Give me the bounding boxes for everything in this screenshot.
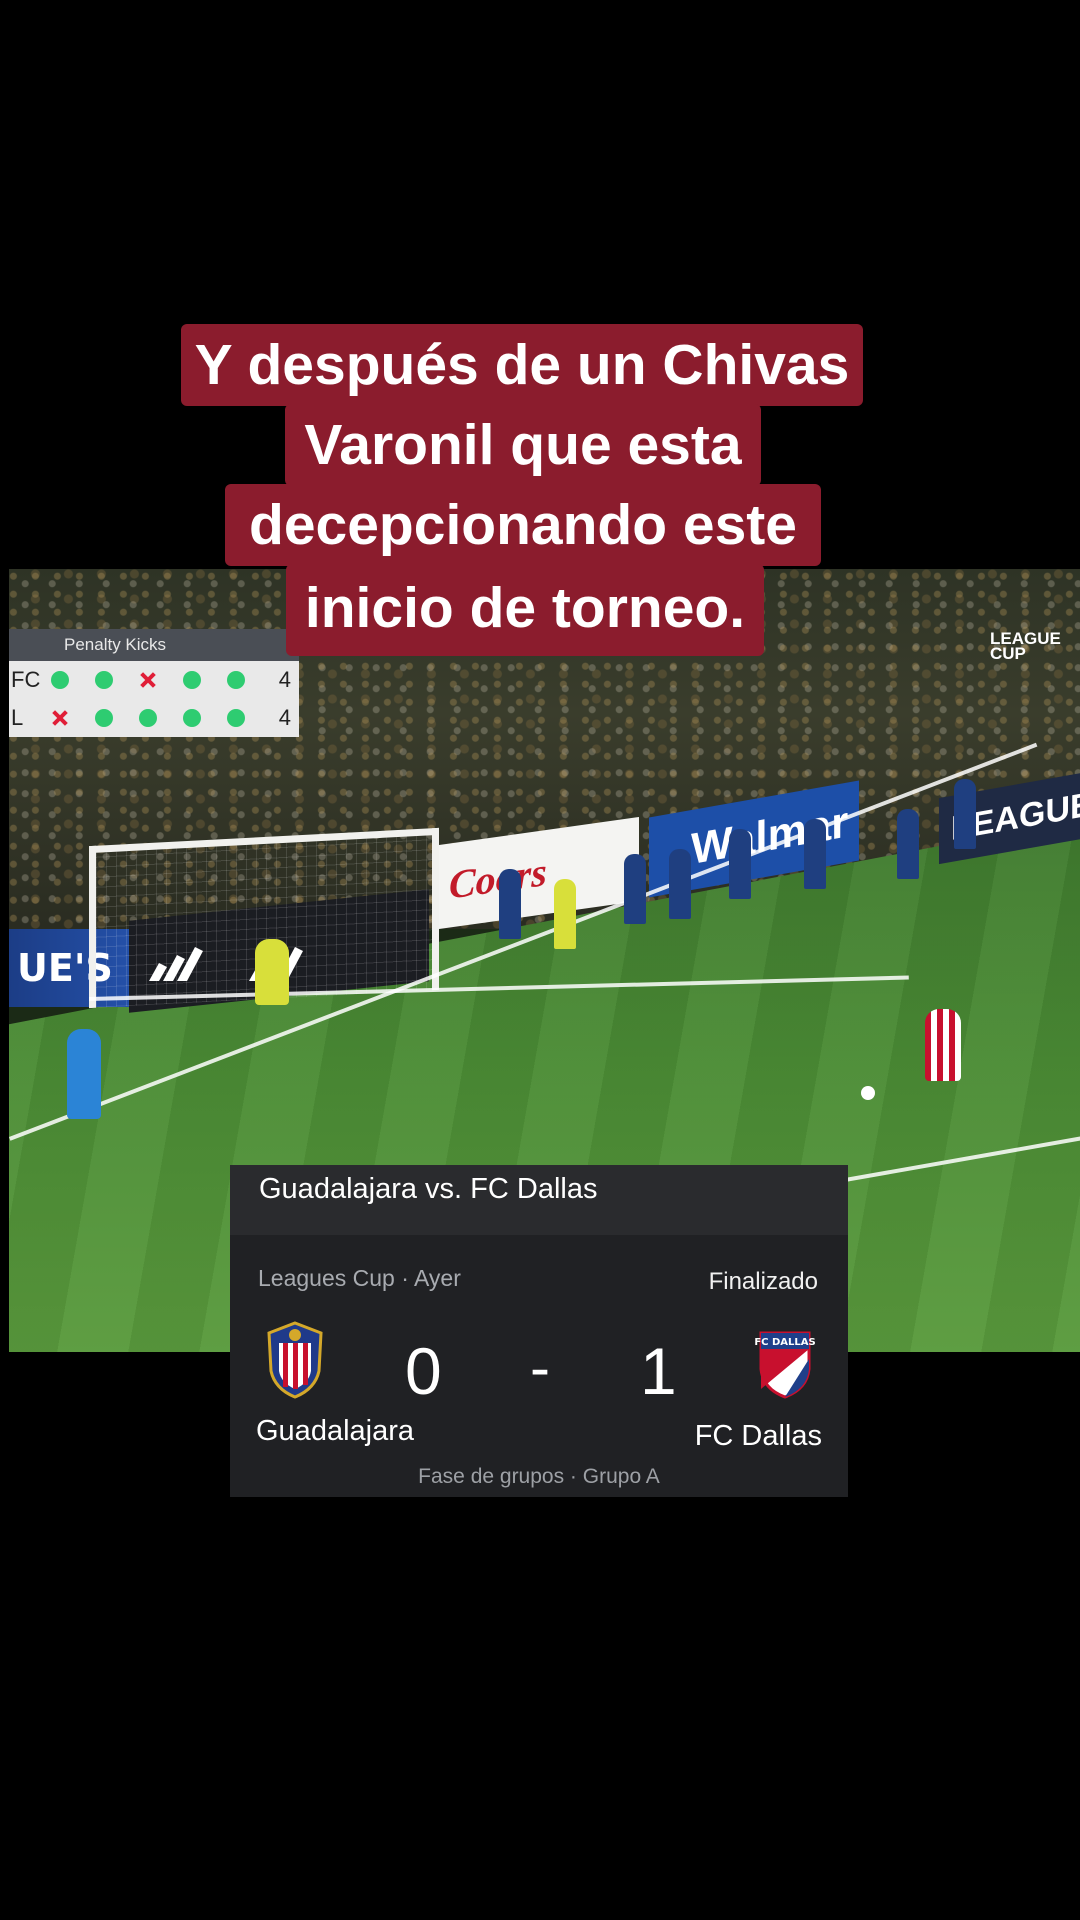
goalkeeper <box>255 939 289 1005</box>
steward <box>954 779 976 849</box>
penalty-marks <box>51 671 251 689</box>
penalty-row: L4 <box>9 699 299 737</box>
penalty-marks <box>51 709 251 727</box>
penalty-goal-icon <box>95 709 113 727</box>
penalty-score: 4 <box>278 667 291 692</box>
penalty-miss-icon <box>139 671 157 689</box>
competition-date: Leagues Cup · Ayer <box>258 1265 461 1291</box>
guadalajara-crest-icon <box>267 1321 323 1399</box>
score-separator: - <box>530 1334 550 1401</box>
steward <box>729 829 751 899</box>
fc-dallas-crest-icon: FC DALLAS <box>755 1331 815 1399</box>
penalty-row: FC 4 <box>9 661 299 699</box>
away-team-name: FC Dallas <box>694 1420 822 1452</box>
penalty-score: 4 <box>278 705 291 730</box>
penalty-goal-icon <box>183 709 201 727</box>
match-stage: Fase de grupos · Grupo A <box>418 1465 660 1488</box>
match-title: Guadalajara vs. FC Dallas <box>230 1165 848 1235</box>
penalty-miss-icon <box>51 709 69 727</box>
caption-line-1: Y después de un Chivas <box>181 324 863 406</box>
match-status: Finalizado <box>708 1268 818 1295</box>
steward <box>554 879 576 949</box>
steward <box>624 854 646 924</box>
penalty-goal-icon <box>139 709 157 727</box>
penalty-goal-icon <box>95 671 113 689</box>
penalty-goal-icon <box>227 671 245 689</box>
penalty-kicks-table: FC 4 L 4 <box>9 661 299 737</box>
caption-line-3: decepcionando este <box>225 484 821 566</box>
caption-line-4: inicio de torneo. <box>286 564 764 656</box>
penalty-taker <box>925 1009 961 1081</box>
match-score-card[interactable]: Guadalajara vs. FC Dallas Leagues Cup · … <box>230 1165 848 1497</box>
svg-text:FC DALLAS: FC DALLAS <box>755 1337 815 1348</box>
league-cup-logo: LEAGUE CUP <box>990 629 1061 663</box>
home-team-name: Guadalajara <box>256 1415 414 1447</box>
penalty-goal-icon <box>183 671 201 689</box>
steward <box>804 819 826 889</box>
steward <box>897 809 919 879</box>
away-score: 1 <box>640 1334 677 1408</box>
steward <box>499 869 521 939</box>
caption-line-2: Varonil que esta <box>285 404 761 486</box>
steward <box>669 849 691 919</box>
home-score: 0 <box>405 1334 442 1408</box>
referee <box>67 1029 101 1119</box>
penalty-team-label: FC <box>11 667 41 692</box>
penalty-kicks-title: Penalty Kicks <box>9 629 299 661</box>
penalty-team-label: L <box>11 705 24 730</box>
penalty-kicks-overlay: Penalty Kicks FC 4 L 4 <box>9 629 299 737</box>
ball <box>861 1086 875 1100</box>
penalty-goal-icon <box>227 709 245 727</box>
penalty-goal-icon <box>51 671 69 689</box>
